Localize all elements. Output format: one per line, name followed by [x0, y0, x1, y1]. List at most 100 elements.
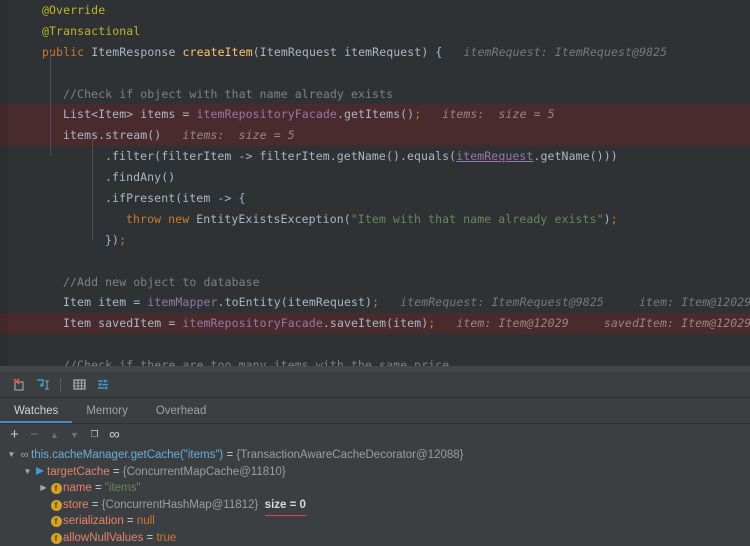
tree-spacer: · — [38, 513, 49, 530]
chevron-right-icon[interactable]: ▶ — [38, 480, 49, 497]
code-token: itemRequest: ItemRequest@9825 — [442, 45, 667, 59]
step-to-cursor-icon[interactable] — [31, 375, 53, 395]
code-line[interactable]: items.stream() items: size = 5 — [0, 125, 750, 146]
code-token: ) — [604, 212, 611, 226]
chevron-down-icon[interactable]: ▼ — [22, 464, 33, 481]
watches-toolbar[interactable]: +−▲▼❐∞ — [0, 424, 750, 445]
variable-value: {TransactionAwareCacheDecorator@12088} — [236, 447, 463, 464]
watches-tree[interactable]: ▼∞this.cacheManager.getCache("items") = … — [0, 445, 750, 546]
code-token: ; — [611, 212, 618, 226]
remove-watch-button[interactable]: − — [25, 425, 44, 444]
code-token: items: size = 5 — [161, 128, 294, 142]
code-token: itemMapper — [147, 295, 217, 309]
code-token: //Add new object to database — [63, 275, 260, 289]
code-line[interactable]: Item savedItem = itemRepositoryFacade.sa… — [0, 313, 750, 334]
field-icon: f — [49, 530, 63, 546]
code-line[interactable]: @Override — [0, 0, 750, 21]
debugger-tabs[interactable]: WatchesMemoryOverhead — [0, 398, 750, 424]
code-line[interactable]: @Transactional — [0, 21, 750, 42]
code-line[interactable]: throw new EntityExistsException("Item wi… — [0, 209, 750, 230]
tree-node[interactable]: ·fstore = {ConcurrentHashMap@11812} size… — [0, 497, 750, 514]
code-token: new — [168, 212, 189, 226]
code-token: createItem — [183, 45, 253, 59]
code-token: @Override — [42, 3, 105, 17]
code-line[interactable]: List<Item> items = itemRepositoryFacade.… — [0, 104, 750, 125]
flag-icon — [33, 464, 47, 481]
code-token: "Item with that name already exists" — [351, 212, 604, 226]
ide-debugger-window: @Override @Transactionalpublic ItemRespon… — [0, 0, 750, 540]
code-line-text: List<Item> items = itemRepositoryFacade.… — [0, 104, 555, 125]
code-lines[interactable]: @Override @Transactionalpublic ItemRespon… — [0, 0, 750, 366]
code-line[interactable] — [0, 251, 750, 272]
code-token: throw — [126, 212, 161, 226]
tree-node[interactable]: ▶fname = "items" — [0, 480, 750, 497]
code-line[interactable] — [0, 63, 750, 84]
tree-node[interactable]: ·fallowNullValues = true — [0, 530, 750, 546]
code-editor[interactable]: @Override @Transactionalpublic ItemRespon… — [0, 0, 750, 366]
code-token: List<Item> items = — [63, 107, 196, 121]
variable-name: allowNullValues — [63, 530, 143, 546]
equals-sign: = — [223, 447, 236, 464]
copy-button[interactable]: ❐ — [85, 425, 104, 444]
code-line[interactable]: //Check if object with that name already… — [0, 84, 750, 105]
code-line-text: }); — [0, 230, 126, 251]
code-line[interactable]: .findAny() — [0, 167, 750, 188]
equals-sign: = — [124, 513, 137, 530]
code-line-text: Item item = itemMapper.toEntity(itemRequ… — [0, 292, 750, 313]
variable-value: {ConcurrentHashMap@11812} — [102, 497, 259, 514]
code-token: ; — [119, 233, 126, 247]
field-icon: f — [49, 513, 63, 530]
move-down-button[interactable]: ▼ — [65, 425, 84, 444]
tree-node[interactable]: ▼targetCache = {ConcurrentMapCache@11810… — [0, 464, 750, 481]
watches-infinity-icon[interactable]: ∞ — [105, 425, 124, 444]
equals-sign: = — [89, 497, 102, 514]
variable-value: "items" — [105, 480, 141, 497]
code-token: Item item = — [63, 295, 147, 309]
code-line[interactable]: .ifPresent(item -> { — [0, 188, 750, 209]
tree-spacer: · — [38, 530, 49, 546]
equals-sign: = — [110, 464, 123, 481]
code-token: }) — [105, 233, 119, 247]
tree-node[interactable]: ▼∞this.cacheManager.getCache("items") = … — [0, 447, 750, 464]
code-line[interactable] — [0, 334, 750, 355]
code-token: item: Item@12029 savedItem: Item@12029 — [435, 316, 750, 330]
move-up-button[interactable]: ▲ — [45, 425, 64, 444]
code-line[interactable]: //Add new object to database — [0, 272, 750, 293]
chevron-down-icon[interactable]: ▼ — [6, 447, 17, 464]
code-line[interactable]: .filter(filterItem -> filterItem.getName… — [0, 146, 750, 167]
tab-watches[interactable]: Watches — [0, 398, 72, 423]
code-token: .filter(filterItem -> filterItem.getName… — [105, 149, 456, 163]
add-watch-button[interactable]: + — [5, 425, 24, 444]
watch-infinity-icon: ∞ — [17, 447, 31, 464]
code-token: .toEntity(itemRequest) — [218, 295, 373, 309]
code-line[interactable]: }); — [0, 230, 750, 251]
code-token: itemRequest — [456, 149, 533, 163]
toolbar-divider — [60, 378, 61, 392]
tree-spacer: · — [38, 497, 49, 514]
field-icon: f — [49, 480, 63, 497]
variable-name: targetCache — [47, 464, 110, 481]
variable-value: true — [156, 530, 176, 546]
code-token: //Check if object with that name already… — [63, 87, 393, 101]
tree-node[interactable]: ·fserialization = null — [0, 513, 750, 530]
table-view-icon[interactable] — [68, 375, 90, 395]
tab-overhead[interactable]: Overhead — [142, 398, 221, 423]
code-line-text: public ItemResponse createItem(ItemReque… — [0, 42, 667, 63]
code-token: .ifPresent(item -> { — [105, 191, 245, 205]
code-token: public — [42, 45, 84, 59]
code-token: Item savedItem = — [63, 316, 182, 330]
code-token — [175, 45, 182, 59]
code-token: .getItems() — [337, 107, 414, 121]
variable-name: serialization — [63, 513, 124, 530]
indent-guide — [50, 52, 51, 156]
evaluate-expression-icon[interactable] — [7, 375, 29, 395]
code-line[interactable]: public ItemResponse createItem(ItemReque… — [0, 42, 750, 63]
debugger-toolbar[interactable] — [0, 372, 750, 398]
code-line-text: Item savedItem = itemRepositoryFacade.sa… — [0, 313, 750, 334]
code-line[interactable]: Item item = itemMapper.toEntity(itemRequ… — [0, 292, 750, 313]
equals-sign: = — [143, 530, 156, 546]
settings-list-icon[interactable] — [92, 375, 114, 395]
code-token: .getName())) — [533, 149, 617, 163]
tab-memory[interactable]: Memory — [72, 398, 142, 423]
code-line[interactable]: //Check if there are too many items with… — [0, 355, 750, 366]
